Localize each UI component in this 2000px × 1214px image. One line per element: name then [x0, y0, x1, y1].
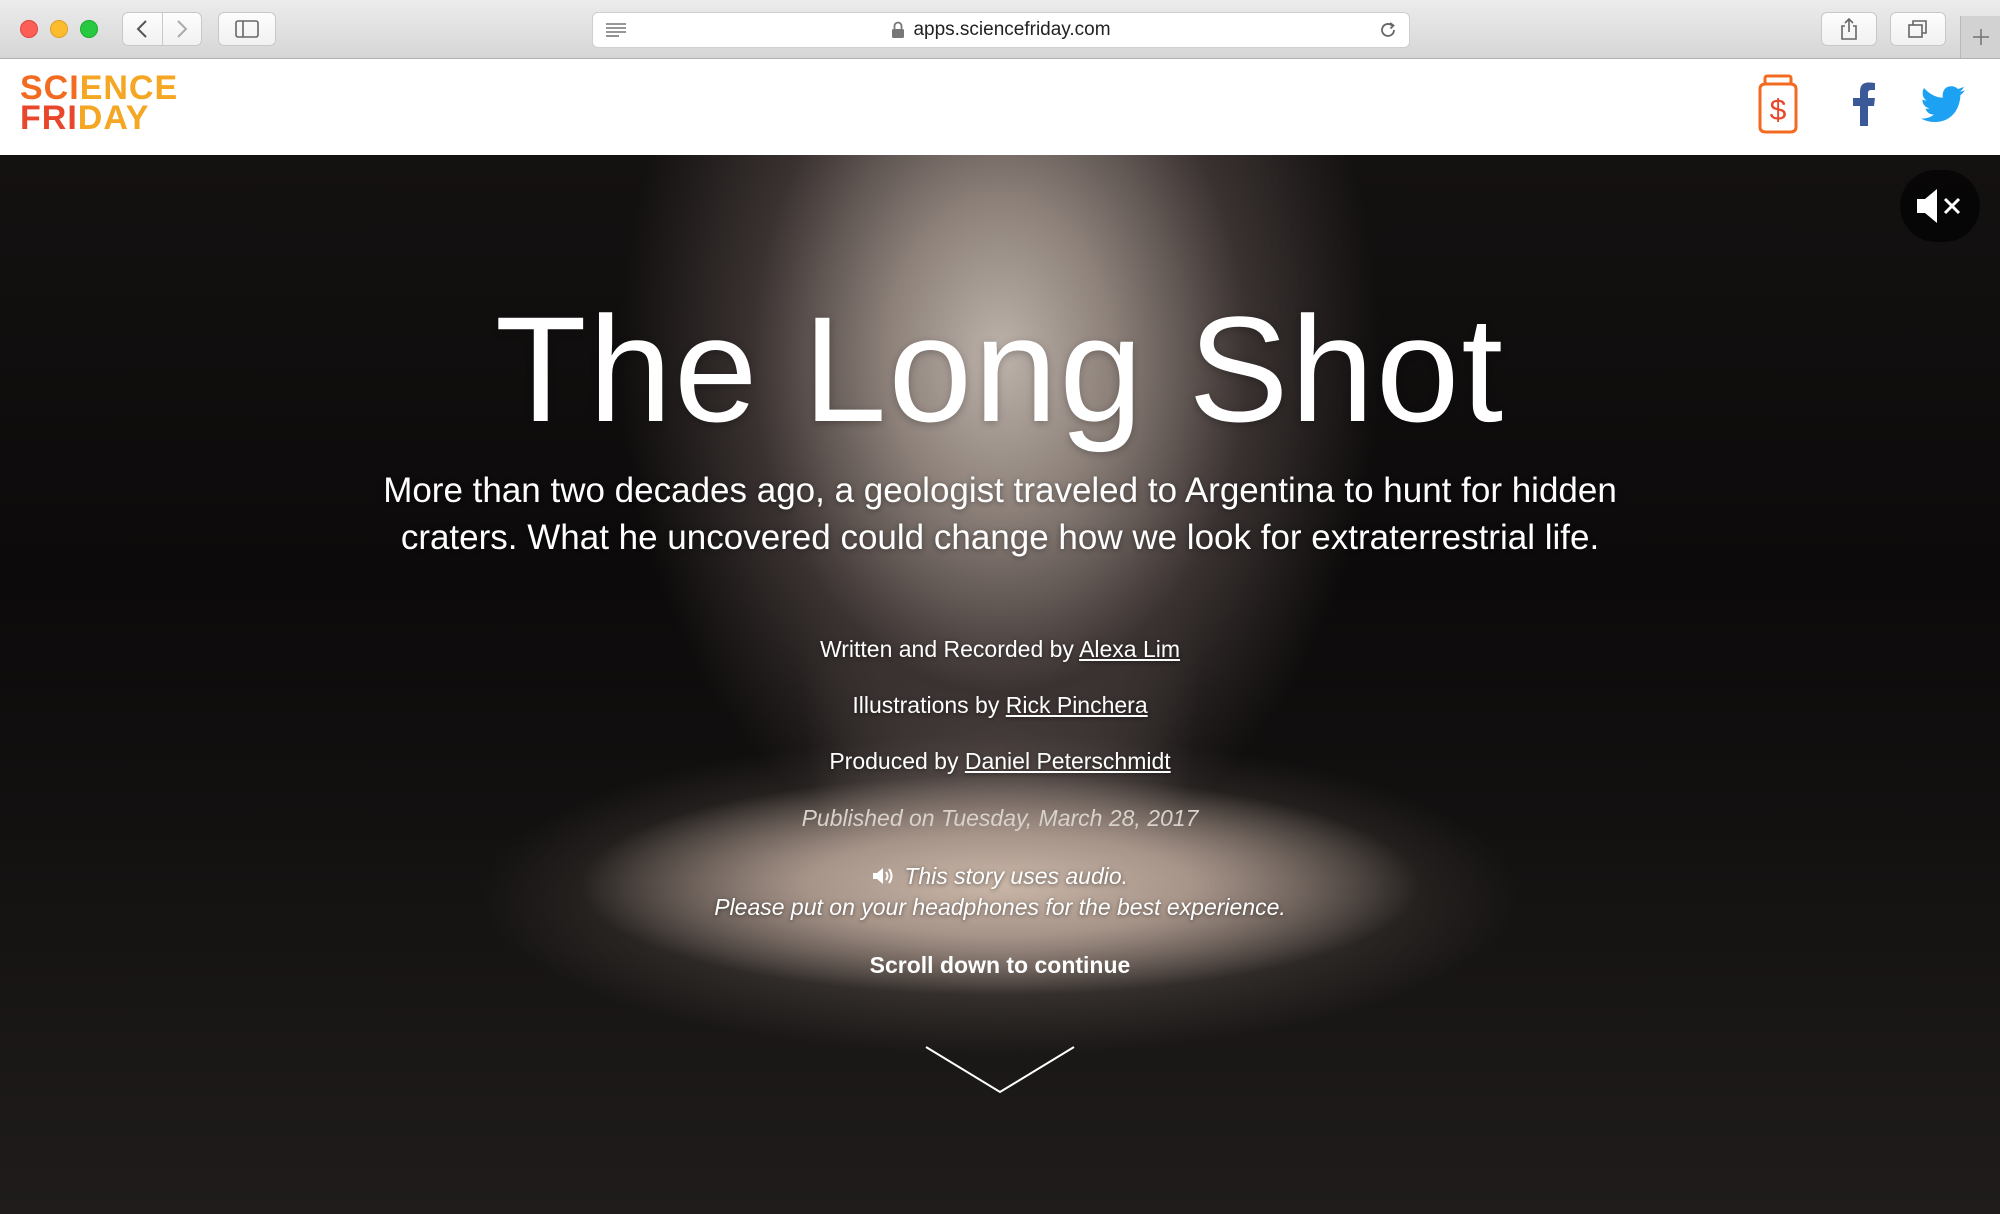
svg-text:$: $ — [1770, 94, 1787, 127]
donation-jar-icon: $ — [1758, 74, 1798, 134]
credit-label: Illustrations by — [852, 692, 1000, 718]
scroll-down-chevron-icon[interactable] — [924, 1045, 1076, 1095]
new-tab-button[interactable] — [1960, 16, 2000, 58]
plus-icon — [1972, 29, 1989, 45]
history-nav — [122, 12, 202, 46]
minimize-window-button[interactable] — [50, 20, 68, 38]
speaker-muted-icon — [1917, 189, 1961, 223]
credit-producer: Produced by Daniel Peterschmidt — [0, 748, 2000, 775]
facebook-icon — [1853, 82, 1875, 126]
chevron-left-icon — [137, 20, 148, 38]
hero-section: The Long Shot More than two decades ago,… — [0, 155, 2000, 1214]
speaker-icon — [872, 868, 893, 884]
forward-button[interactable] — [161, 13, 201, 45]
audio-notice-line2: Please put on your headphones for the be… — [714, 894, 1286, 920]
tabs-icon — [1908, 20, 1927, 38]
sidebar-icon — [235, 20, 259, 38]
twitter-icon — [1921, 86, 1965, 122]
audio-notice: This story uses audio. Please put on you… — [0, 861, 2000, 923]
scroll-prompt: Scroll down to continue — [869, 952, 1131, 978]
logo-text-fri: FRI — [20, 99, 78, 137]
url-text: apps.sciencefriday.com — [913, 19, 1111, 40]
browser-toolbar: apps.sciencefriday.com — [0, 0, 2000, 59]
page-title: The Long Shot — [494, 285, 1506, 453]
back-button[interactable] — [123, 13, 162, 45]
sidebar-toggle-button[interactable] — [218, 12, 276, 46]
science-friday-logo[interactable]: SCIENCE FRIDAY — [20, 71, 178, 135]
zoom-window-button[interactable] — [80, 20, 98, 38]
credit-label: Written and Recorded by — [819, 636, 1074, 662]
producer-link[interactable]: Daniel Peterschmidt — [965, 748, 1171, 774]
address-bar[interactable]: apps.sciencefriday.com — [592, 12, 1410, 48]
credit-writer: Written and Recorded by Alexa Lim — [0, 636, 2000, 663]
show-tabs-button[interactable] — [1890, 12, 1946, 46]
page-subtitle: More than two decades ago, a geologist t… — [383, 471, 1617, 557]
close-window-button[interactable] — [20, 20, 38, 38]
audio-notice-line1: This story uses audio. — [904, 863, 1129, 889]
credit-illustrator: Illustrations by Rick Pinchera — [0, 692, 2000, 719]
site-header: SCIENCE FRIDAY $ — [0, 59, 2000, 155]
share-button[interactable] — [1821, 12, 1877, 46]
reload-icon[interactable] — [1377, 19, 1399, 41]
mute-audio-button[interactable] — [1900, 170, 1980, 242]
share-icon — [1841, 17, 1857, 40]
facebook-share-button[interactable] — [1844, 73, 1884, 135]
chevron-right-icon — [177, 20, 188, 38]
lock-icon — [892, 21, 905, 38]
credit-label: Produced by — [829, 748, 959, 774]
donate-button[interactable]: $ — [1752, 73, 1804, 135]
illustrator-link[interactable]: Rick Pinchera — [1006, 692, 1148, 718]
logo-text-day: DAY — [77, 99, 150, 137]
publish-date: Published on Tuesday, March 28, 2017 — [801, 805, 1199, 831]
author-link[interactable]: Alexa Lim — [1079, 636, 1180, 662]
twitter-share-button[interactable] — [1918, 73, 1968, 135]
url-display: apps.sciencefriday.com — [593, 13, 1409, 47]
